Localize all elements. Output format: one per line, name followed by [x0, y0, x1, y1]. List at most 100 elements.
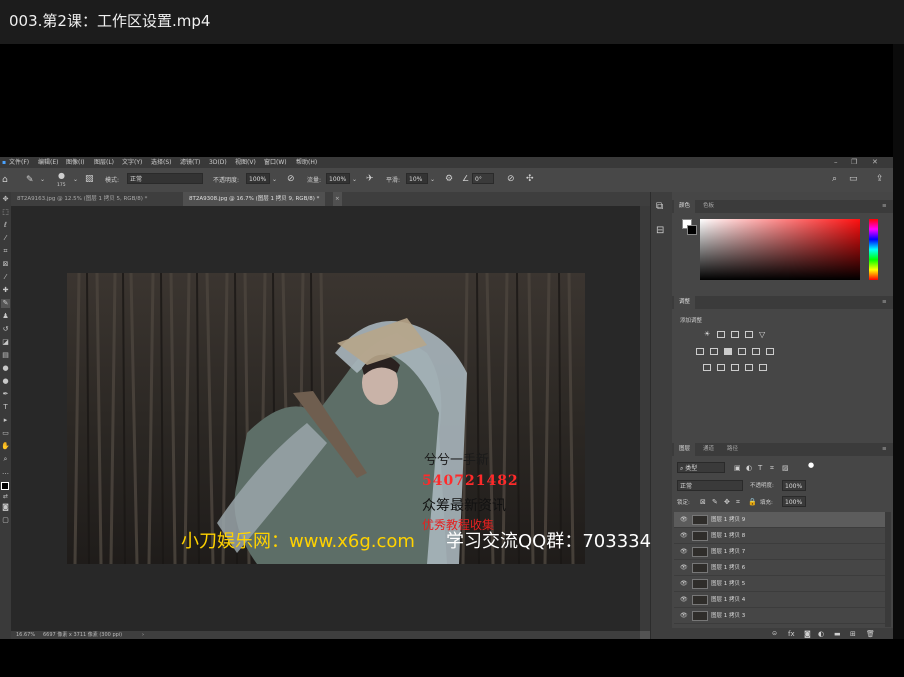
history-panel-icon[interactable]: ⧉ — [656, 202, 663, 212]
layer-name[interactable]: 图层 1 拷贝 6 — [711, 560, 745, 576]
filter-toggle-icon[interactable]: ● — [808, 460, 814, 470]
close-icon[interactable]: ✕ — [872, 157, 878, 167]
gradient-map-icon[interactable] — [745, 364, 753, 371]
home-icon[interactable]: ⌂ — [2, 175, 8, 185]
flow-input[interactable]: 100% — [326, 173, 350, 184]
tab-channels[interactable]: 通道 — [698, 443, 719, 456]
workspace-icon[interactable]: ▭ — [849, 174, 858, 184]
brush-preset-chevron-icon[interactable]: ⌄ — [73, 175, 78, 185]
color-field[interactable] — [700, 219, 860, 280]
brush-settings-icon[interactable]: ▨ — [85, 174, 94, 184]
exposure-icon[interactable] — [745, 331, 753, 338]
link-layers-icon[interactable]: ⊝ — [772, 629, 777, 639]
new-layer-icon[interactable]: ⊞ — [850, 629, 856, 639]
minimize-icon[interactable]: – — [834, 157, 838, 167]
brush-preset-icon[interactable]: ● — [58, 171, 65, 181]
shape-tool-icon[interactable]: ▭ — [1, 429, 10, 438]
brush-tool-icon[interactable]: ✎ — [26, 175, 34, 185]
menu-window[interactable]: 窗口(W) — [264, 157, 287, 168]
healing-tool-icon[interactable]: ✚ — [1, 286, 10, 295]
visibility-eye-icon[interactable]: 👁 — [680, 564, 688, 572]
marquee-tool-icon[interactable]: ⬚ — [1, 208, 10, 217]
tab-paths[interactable]: 路径 — [722, 443, 743, 456]
tab-adjustments[interactable]: 调整 — [674, 296, 696, 309]
lock-pixels-icon[interactable]: ✎ — [712, 497, 718, 507]
hand-tool-icon[interactable]: ✋ — [1, 442, 10, 451]
selective-color-icon[interactable] — [759, 364, 767, 371]
zoom-level[interactable]: 16.67% — [16, 631, 35, 639]
filter-adjust-icon[interactable]: ◐ — [746, 463, 752, 473]
layer-name[interactable]: 图层 1 拷贝 4 — [711, 592, 745, 608]
color-balance-icon[interactable] — [710, 348, 718, 355]
layer-name[interactable]: 图层 1 拷贝 7 — [711, 544, 745, 560]
visibility-eye-icon[interactable]: 👁 — [680, 580, 688, 588]
layer-row[interactable]: 👁 图层 1 拷贝 3 — [674, 608, 885, 624]
layer-filter-select[interactable]: ⌕ 类型 — [677, 462, 725, 473]
menu-image[interactable]: 图像(I) — [66, 157, 84, 168]
layers-scrollbar[interactable] — [885, 512, 891, 627]
airbrush-icon[interactable]: ✈ — [366, 174, 374, 184]
smooth-chevron-icon[interactable]: ⌄ — [430, 175, 435, 185]
crop-tool-icon[interactable]: ⌗ — [1, 247, 10, 256]
posterize-icon[interactable] — [717, 364, 725, 371]
layer-name[interactable]: 图层 1 拷贝 9 — [711, 512, 745, 528]
layer-opacity-input[interactable]: 100% — [782, 480, 806, 491]
eraser-tool-icon[interactable]: ◪ — [1, 338, 10, 347]
visibility-eye-icon[interactable]: 👁 — [680, 548, 688, 556]
layer-name[interactable]: 图层 1 拷贝 3 — [711, 608, 745, 624]
chevron-down-icon[interactable]: ⌄ — [40, 175, 45, 185]
delete-layer-icon[interactable]: 🗑 — [866, 629, 875, 639]
blur-tool-icon[interactable]: ● — [1, 364, 10, 373]
lock-transparent-icon[interactable]: ⊠ — [700, 497, 706, 507]
layer-row[interactable]: 👁 图层 1 拷贝 8 — [674, 528, 885, 544]
layer-row[interactable]: 👁 图层 1 拷贝 7 — [674, 544, 885, 560]
share-icon[interactable]: ⇪ — [876, 174, 884, 184]
smooth-input[interactable]: 10% — [406, 173, 428, 184]
eyedropper-tool-icon[interactable]: ⁄ — [1, 273, 10, 282]
foreground-color-swatch[interactable] — [1, 482, 9, 490]
photo-filter-icon[interactable] — [738, 348, 746, 355]
search-icon[interactable]: ⌕ — [832, 174, 837, 184]
adjustments-menu-icon[interactable]: ≡ — [877, 296, 892, 309]
tab-swatches[interactable]: 色板 — [698, 200, 719, 213]
dodge-tool-icon[interactable]: ● — [1, 377, 10, 386]
screen-mode-icon[interactable]: ▢ — [1, 516, 10, 525]
history-brush-tool-icon[interactable]: ↺ — [1, 325, 10, 334]
restore-icon[interactable]: ❐ — [851, 157, 857, 167]
angle-input[interactable]: 0° — [472, 173, 494, 184]
quick-select-tool-icon[interactable]: ⁄ — [1, 234, 10, 243]
layer-row[interactable]: 👁 图层 1 拷贝 4 — [674, 592, 885, 608]
color-lookup-icon[interactable] — [766, 348, 774, 355]
menu-3d[interactable]: 3D(D) — [209, 157, 227, 168]
threshold-icon[interactable] — [731, 364, 739, 371]
canvas-vertical-scrollbar[interactable] — [640, 206, 650, 631]
type-tool-icon[interactable]: T — [1, 403, 10, 412]
gradient-tool-icon[interactable]: ▤ — [1, 351, 10, 360]
menu-edit[interactable]: 编辑(E) — [38, 157, 58, 168]
brush-tool-icon[interactable]: ✎ — [1, 299, 10, 308]
canvas-area[interactable] — [11, 206, 640, 631]
lasso-tool-icon[interactable]: ℓ — [1, 221, 10, 230]
tab-close-icon[interactable]: × — [333, 192, 342, 206]
lock-all-icon[interactable]: 🔒 — [748, 497, 757, 507]
quick-mask-icon[interactable]: ◙ — [1, 503, 10, 512]
visibility-eye-icon[interactable]: 👁 — [680, 596, 688, 604]
properties-panel-icon[interactable]: ⊟ — [656, 226, 664, 236]
invert-icon[interactable] — [703, 364, 711, 371]
lock-artboard-icon[interactable]: ⌗ — [736, 497, 740, 507]
curves-icon[interactable] — [731, 331, 739, 338]
tab-document-1[interactable]: 8T2A9163.jpg @ 12.5% (图层 1 拷贝 5, RGB/8) … — [11, 192, 153, 206]
menu-type[interactable]: 文字(Y) — [122, 157, 142, 168]
filter-shape-icon[interactable]: ⌗ — [770, 463, 774, 473]
visibility-eye-icon[interactable]: 👁 — [680, 516, 688, 524]
frame-tool-icon[interactable]: ⊠ — [1, 260, 10, 269]
visibility-eye-icon[interactable]: 👁 — [680, 612, 688, 620]
menu-file[interactable]: 文件(F) — [9, 157, 29, 168]
hue-saturation-icon[interactable] — [696, 348, 704, 355]
levels-icon[interactable] — [717, 331, 725, 338]
new-group-icon[interactable]: ▬ — [834, 629, 841, 639]
layer-row[interactable]: 👁 图层 1 拷贝 6 — [674, 560, 885, 576]
fill-input[interactable]: 100% — [782, 496, 806, 507]
layer-name[interactable]: 图层 1 拷贝 5 — [711, 576, 745, 592]
channel-mixer-icon[interactable] — [752, 348, 760, 355]
